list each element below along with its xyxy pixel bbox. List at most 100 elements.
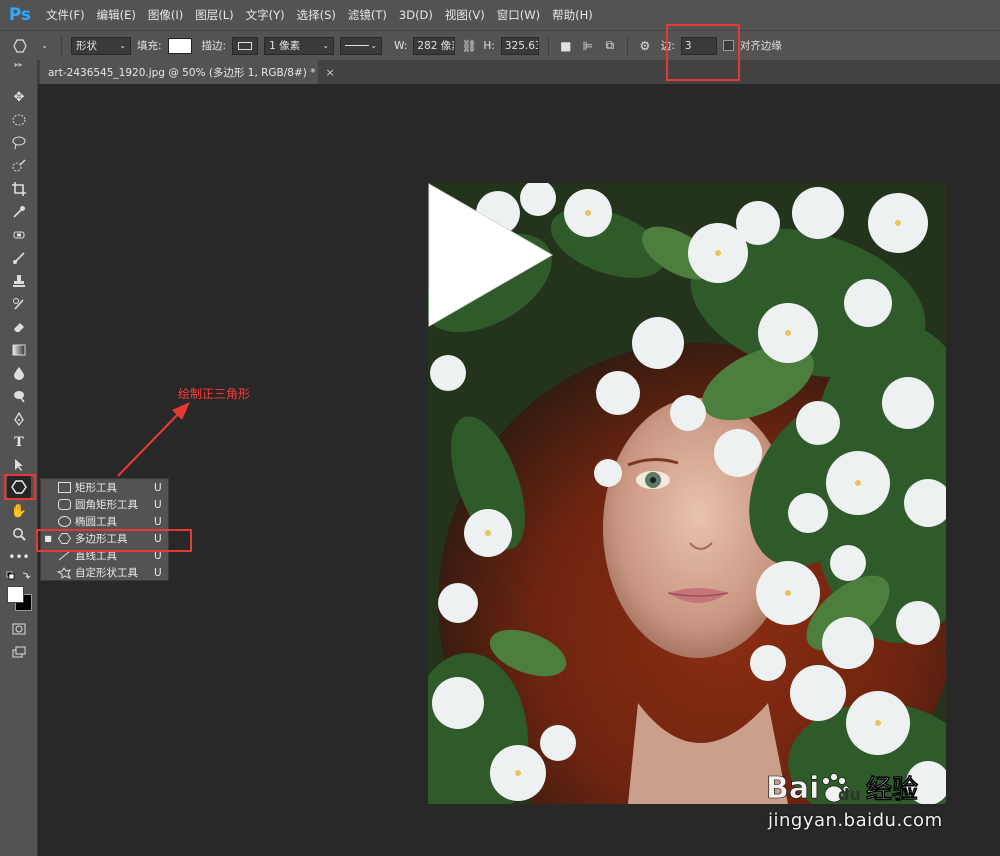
document-tab-title: art-2436545_1920.jpg @ 50% (多边形 1, RGB/8… [48,66,316,79]
path-operations-icon[interactable]: ■ [558,37,574,55]
flyout-item-label: 自定形状工具 [75,567,138,579]
rounded-rectangle-icon [55,498,73,511]
baidu-watermark: Bai du 经验 jingyan.baidu.com [760,758,1000,856]
chevron-down-icon: ⌄ [41,41,48,50]
annotation-box-polygon [36,529,192,552]
healing-brush-tool-icon[interactable] [7,224,31,246]
flyout-item-custom-shape[interactable]: 自定形状工具 U [41,564,170,581]
document-canvas-photo[interactable] [428,183,946,804]
eraser-tool-icon[interactable] [7,316,31,338]
menu-filter[interactable]: 滤镜(T) [342,0,393,30]
menu-view[interactable]: 视图(V) [439,0,491,30]
menu-3d[interactable]: 3D(D) [393,0,439,30]
fill-color-swatch[interactable] [167,37,192,54]
annotation-box-sides [666,24,740,81]
stroke-swatch-icon [238,41,253,50]
width-label: W: [394,39,408,52]
flyout-item-label: 椭圆工具 [75,516,117,528]
shortcut-key: U [154,498,162,511]
brush-tool-icon[interactable] [7,247,31,269]
zoom-tool-icon[interactable] [7,523,31,545]
options-bar: ⌄ 形状 ⌄ 填充: 描边: 1 像素 ⌄ ⌄ W: 282 像素 ⛓ H: 3… [0,30,1000,60]
lasso-tool-icon[interactable] [7,132,31,154]
toolbox: ▸▸ ✥ T ✋ ••• [0,60,38,856]
tool-preset-picker[interactable]: ⌄ [8,36,52,55]
polygon-icon [12,37,28,55]
eyedropper-tool-icon[interactable] [7,201,31,223]
shortcut-key: U [154,566,162,579]
svg-text:经验: 经验 [866,774,918,805]
stroke-width-value: 1 像素 [269,40,301,52]
menu-file[interactable]: 文件(F) [40,0,91,30]
menu-layer[interactable]: 图层(L) [189,0,239,30]
document-tab-bar: art-2436545_1920.jpg @ 50% (多边形 1, RGB/8… [38,60,1000,84]
chevron-down-icon: ⌄ [119,41,126,50]
flyout-item-rounded-rectangle[interactable]: 圆角矩形工具 U [41,496,170,513]
menu-edit[interactable]: 编辑(E) [91,0,142,30]
close-icon[interactable]: × [325,66,334,79]
menu-bar: Ps 文件(F) 编辑(E) 图像(I) 图层(L) 文字(Y) 选择(S) 滤… [0,0,1000,30]
screen-mode-icon[interactable] [7,641,31,663]
gradient-tool-icon[interactable] [7,339,31,361]
flyout-item-label: 矩形工具 [75,482,117,494]
fill-label: 填充: [137,40,162,52]
ps-logo: Ps [8,5,32,25]
shortcut-key: U [154,515,162,528]
annotation-box-tool [4,474,36,500]
stroke-type-select[interactable]: ⌄ [340,36,383,55]
menu-window[interactable]: 窗口(W) [491,0,546,30]
more-tools-icon[interactable]: ••• [7,546,31,568]
gear-icon[interactable]: ⚙ [637,37,653,55]
type-tool-icon[interactable]: T [7,431,31,453]
blur-tool-icon[interactable] [7,362,31,384]
stroke-color-swatch[interactable] [232,36,259,55]
toolbox-grip[interactable]: ▸▸ [0,60,37,70]
quick-selection-tool-icon[interactable] [7,155,31,177]
flyout-item-ellipse[interactable]: 椭圆工具 U [41,513,170,530]
default-colors-icon[interactable] [6,570,32,584]
quick-mask-icon[interactable] [7,618,31,640]
svg-text:Bai: Bai [766,771,819,806]
document-tab[interactable]: art-2436545_1920.jpg @ 50% (多边形 1, RGB/8… [40,60,335,84]
stroke-label: 描边: [201,40,227,52]
menu-type[interactable]: 文字(Y) [240,0,291,30]
foreground-color-swatch[interactable] [7,586,24,603]
menu-select[interactable]: 选择(S) [291,0,342,30]
separator [61,35,62,56]
marquee-tool-icon[interactable] [7,109,31,131]
custom-shape-icon [55,566,73,579]
baidu-jingyan-logo: Bai du 经验 [766,771,918,807]
link-icon[interactable]: ⛓ [461,37,477,55]
separator [626,35,628,56]
menu-help[interactable]: 帮助(H) [546,0,599,30]
ellipse-icon [55,515,73,528]
flyout-item-label: 圆角矩形工具 [75,499,138,511]
mode-select[interactable]: 形状 ⌄ [71,36,131,55]
pen-tool-icon[interactable] [7,408,31,430]
move-tool-icon[interactable]: ✥ [7,86,31,108]
align-edges-label: 对齐边缘 [739,40,782,52]
path-arrangement-icon[interactable]: ⧉ [602,37,618,55]
crop-tool-icon[interactable] [7,178,31,200]
width-input[interactable]: 282 像素 [413,36,456,55]
dodge-tool-icon[interactable] [7,385,31,407]
annotation-arrow [117,402,190,477]
separator [547,35,549,56]
history-brush-tool-icon[interactable] [7,293,31,315]
menu-image[interactable]: 图像(I) [142,0,189,30]
svg-text:du: du [838,785,861,804]
path-alignment-icon[interactable]: ⊫ [580,37,596,55]
mode-value: 形状 [76,40,97,52]
color-swatches[interactable] [7,586,33,612]
photo-illustration [428,183,946,804]
clone-stamp-tool-icon[interactable] [7,270,31,292]
flyout-item-rectangle[interactable]: 矩形工具 U [41,479,170,496]
path-selection-tool-icon[interactable] [7,454,31,476]
shortcut-key: U [154,481,162,494]
stroke-line-icon [345,45,370,46]
height-input[interactable]: 325.63 [500,36,539,55]
annotation-text: 绘制正三角形 [178,387,251,401]
stroke-width-input[interactable]: 1 像素 ⌄ [264,36,335,55]
rectangle-icon [55,481,73,494]
hand-tool-icon[interactable]: ✋ [7,500,31,522]
